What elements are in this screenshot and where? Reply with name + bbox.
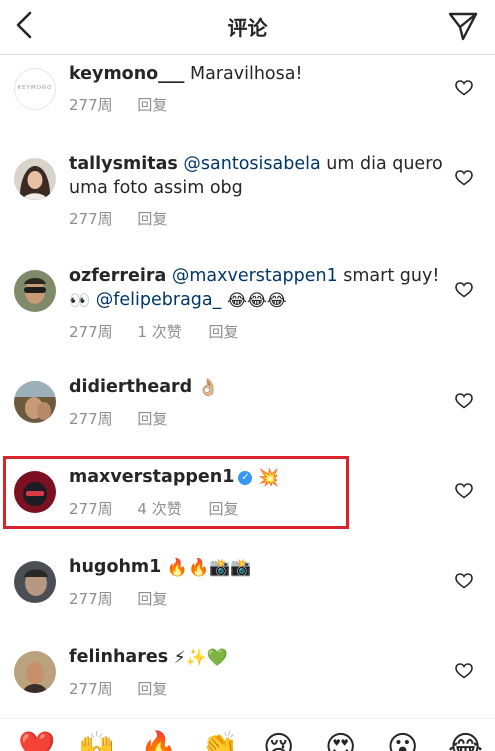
reply-button[interactable]: 回复	[137, 680, 167, 698]
send-icon[interactable]	[447, 10, 479, 42]
emoji-option[interactable]: 🔥	[140, 733, 177, 751]
avatar[interactable]	[14, 561, 56, 603]
avatar[interactable]	[14, 270, 56, 312]
like-heart-icon[interactable]	[455, 483, 473, 499]
avatar[interactable]	[14, 651, 56, 693]
emoji-option[interactable]: ❤️	[18, 733, 55, 751]
emoji-option[interactable]: 😍	[325, 733, 356, 751]
like-heart-icon[interactable]	[455, 573, 473, 589]
eyes-emoji: 👀	[69, 291, 91, 311]
highlight-box	[3, 456, 349, 529]
like-heart-icon[interactable]	[455, 393, 473, 409]
reply-button[interactable]: 回复	[137, 410, 167, 428]
comment-text: uma foto assim obg	[69, 178, 243, 198]
page-title: 评论	[227, 16, 268, 40]
emoji-quick-bar: ❤️ 🙌 🔥 👏 😢 😍 😮 😂	[0, 718, 495, 751]
ok-hand-emoji: 👌🏼	[197, 378, 219, 398]
reply-button[interactable]: 回复	[209, 323, 239, 341]
comment-username[interactable]: didiertheard	[69, 377, 192, 397]
comment-username[interactable]: hugohm1	[69, 557, 161, 577]
comment-item: KEYMONO keymono___ Maravilhosa! 277周 回复	[0, 60, 495, 150]
avatar[interactable]	[14, 158, 56, 200]
sparkle-heart-emoji: ⚡✨💚	[173, 648, 228, 668]
like-heart-icon[interactable]	[455, 663, 473, 679]
header-bar: 评论	[0, 0, 495, 55]
comment-username[interactable]: felinhares	[69, 647, 168, 667]
comment-item: didiertheard 👌🏼 277周 回复	[0, 373, 495, 463]
avatar-logo-text: KEYMONO	[17, 85, 53, 91]
comment-time: 277周	[69, 96, 113, 114]
emoji-option[interactable]: 😂	[448, 733, 483, 751]
avatar[interactable]	[14, 381, 56, 423]
reply-button[interactable]: 回复	[137, 210, 167, 228]
emoji-option[interactable]: 👏	[201, 733, 238, 751]
like-heart-icon[interactable]	[455, 282, 473, 298]
comment-text: um dia quero	[320, 154, 443, 174]
comment-time: 277周	[69, 323, 113, 341]
emoji-option[interactable]: 🙌	[78, 733, 115, 751]
comment-text: smart guy!	[337, 266, 440, 286]
comment-username[interactable]: ozferreira	[69, 266, 166, 286]
comment-time: 277周	[69, 680, 113, 698]
comment-item: hugohm1 🔥🔥📸📸 277周 回复	[0, 553, 495, 643]
avatar[interactable]: KEYMONO	[14, 68, 56, 110]
mention-link[interactable]: @felipebraga_	[96, 290, 222, 310]
comment-item: tallysmitas @santosisabela um dia quero …	[0, 150, 495, 240]
like-count[interactable]: 1 次赞	[137, 323, 181, 341]
comment-username[interactable]: tallysmitas	[69, 154, 178, 174]
fire-camera-emoji: 🔥🔥📸📸	[166, 558, 252, 578]
comment-time: 277周	[69, 210, 113, 228]
comment-item: ozferreira @maxverstappen1 smart guy! 👀 …	[0, 262, 495, 352]
reply-button[interactable]: 回复	[137, 590, 167, 608]
comment-username[interactable]: keymono___	[69, 64, 184, 84]
like-heart-icon[interactable]	[455, 80, 473, 96]
laughing-emoji: 😂😂😂	[226, 291, 287, 311]
comment-text: Maravilhosa!	[190, 64, 303, 84]
mention-link[interactable]: @santosisabela	[183, 154, 320, 174]
comment-time: 277周	[69, 410, 113, 428]
reply-button[interactable]: 回复	[137, 96, 167, 114]
emoji-option[interactable]: 😢	[263, 733, 294, 751]
mention-link[interactable]: @maxverstappen1	[172, 266, 338, 286]
like-heart-icon[interactable]	[455, 170, 473, 186]
comment-time: 277周	[69, 590, 113, 608]
emoji-option[interactable]: 😮	[387, 733, 418, 751]
